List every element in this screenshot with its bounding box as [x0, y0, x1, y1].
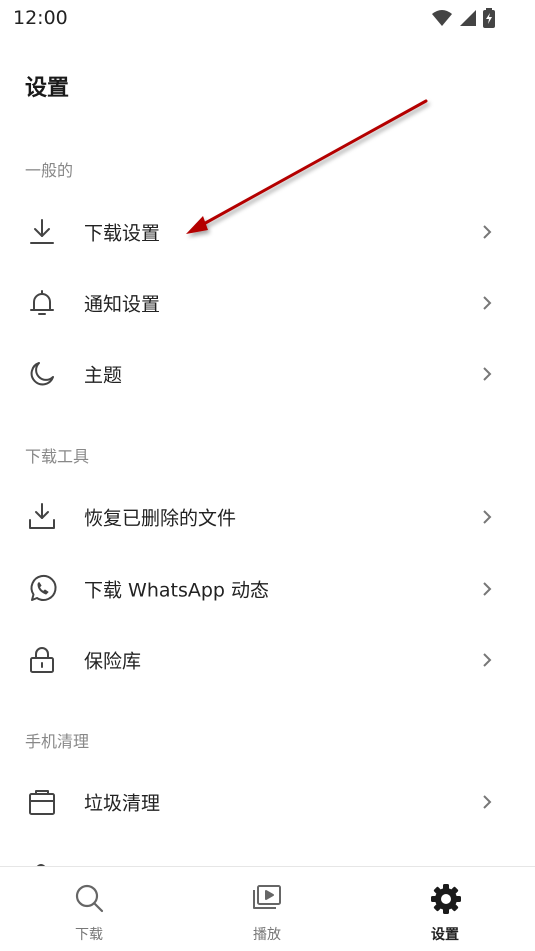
- settings-row-label: 下载设置: [84, 222, 161, 245]
- status-time: 12:00: [13, 7, 68, 29]
- settings-row-label: 垃圾清理: [84, 792, 161, 815]
- settings-row-notification-settings[interactable]: 通知设置: [0, 268, 535, 338]
- nav-tab-label: 下载: [75, 927, 103, 943]
- nav-tab-label: 设置: [431, 927, 459, 943]
- chevron-right-icon: [483, 225, 492, 239]
- nav-tab-settings[interactable]: 设置: [385, 867, 505, 951]
- chevron-right-icon: [483, 795, 492, 809]
- settings-row-partial[interactable]: [0, 850, 535, 866]
- nav-tab-download[interactable]: 下载: [29, 867, 149, 951]
- chevron-right-icon: [483, 582, 492, 596]
- play-library-icon: [253, 885, 281, 909]
- status-icons: [431, 8, 495, 28]
- settings-row-label: 保险库: [84, 650, 142, 673]
- settings-row-label: 恢复已删除的文件: [84, 507, 237, 530]
- bell-icon: [30, 290, 54, 315]
- chevron-right-icon: [483, 653, 492, 667]
- chevron-right-icon: [483, 296, 492, 310]
- settings-row-label: 下载 WhatsApp 动态: [84, 579, 270, 602]
- nav-tab-play[interactable]: 播放: [207, 867, 327, 951]
- settings-row-download-settings[interactable]: 下载设置: [0, 197, 535, 267]
- cellular-signal-icon: [460, 10, 476, 26]
- settings-row-restore-deleted-files[interactable]: 恢复已删除的文件: [0, 482, 535, 552]
- wifi-icon: [432, 10, 452, 26]
- gear-icon: [431, 884, 461, 914]
- battery-charging-icon: [483, 8, 495, 28]
- settings-row-label: 通知设置: [84, 293, 161, 316]
- lock-icon: [30, 647, 54, 673]
- partial-row-icon: [36, 864, 46, 866]
- nav-tab-label: 播放: [253, 927, 281, 943]
- settings-row-theme[interactable]: 主题: [0, 339, 535, 409]
- page-title: 设置: [25, 76, 70, 101]
- chevron-right-icon: [483, 510, 492, 524]
- settings-row-vault[interactable]: 保险库: [0, 625, 535, 695]
- settings-row-junk-cleaner[interactable]: 垃圾清理: [0, 767, 535, 837]
- download-icon: [30, 219, 54, 244]
- restore-download-icon: [29, 503, 55, 529]
- chevron-right-icon: [483, 367, 492, 381]
- settings-row-whatsapp-status[interactable]: 下载 WhatsApp 动态: [0, 554, 535, 624]
- status-bar: 12:00: [0, 0, 535, 36]
- whatsapp-icon: [30, 574, 57, 601]
- bottom-nav-bar: 下载 播放 设置: [0, 866, 535, 951]
- section-label-general: 一般的: [25, 161, 74, 180]
- trash-clean-icon: [29, 790, 55, 815]
- search-icon: [75, 884, 104, 913]
- moon-icon: [30, 362, 54, 386]
- section-label-phone-cleaning: 手机清理: [25, 732, 90, 751]
- settings-row-label: 主题: [84, 364, 123, 387]
- section-label-download-tools: 下载工具: [25, 447, 90, 466]
